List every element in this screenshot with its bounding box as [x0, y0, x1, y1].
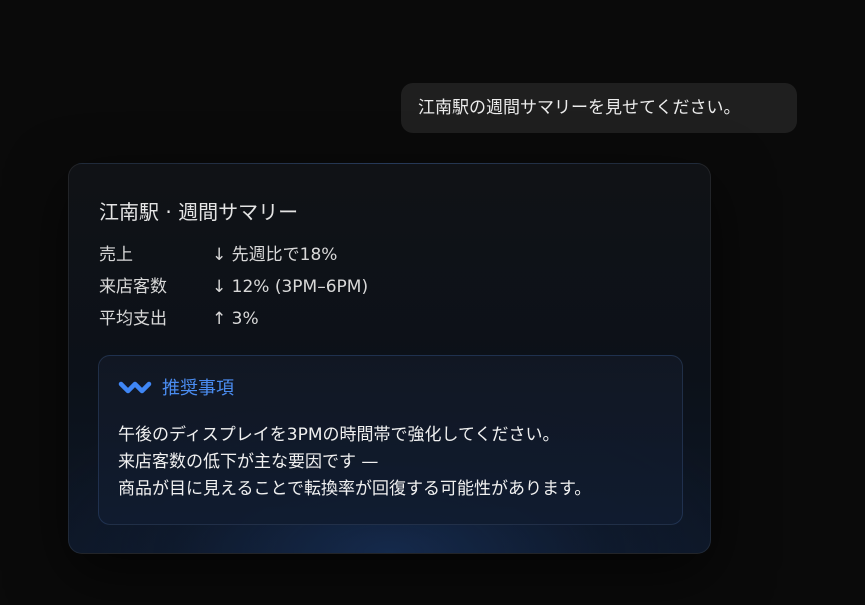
recommendation-heading: 推奨事項	[162, 378, 234, 399]
metric-label: 来店客数	[99, 277, 167, 297]
recommendation-text: 午後のディスプレイを3PMの時間帯で強化してください。 来店客数の低下が主な要因…	[118, 422, 591, 503]
metric-value: ↓ 12% (3PM–6PM)	[212, 277, 369, 297]
recommendation-line: 商品が目に見えることで転換率が回復する可能性があります。	[118, 479, 592, 499]
recommendation-line: 来店客数の低下が主な要因です —	[118, 452, 379, 472]
recommendation-header: 推奨事項	[118, 375, 234, 399]
recommendation-box: 推奨事項 午後のディスプレイを3PMの時間帯で強化してください。 来店客数の低下…	[98, 355, 683, 525]
assistant-summary-card: 江南駅 · 週間サマリー 売上 ↓ 先週比で18% 来店客数 ↓ 12% (3PM–…	[68, 163, 711, 554]
metric-row-visitors: 来店客数 ↓ 12% (3PM–6PM)	[99, 272, 368, 297]
wave-icon	[118, 381, 152, 394]
user-message-text: 江南駅の週間サマリーを見せてください。	[418, 98, 741, 118]
metric-row-sales: 売上 ↓ 先週比で18%	[99, 240, 337, 265]
chat-screen: 江南駅の週間サマリーを見せてください。 江南駅 · 週間サマリー 売上 ↓ 先週比…	[0, 0, 865, 605]
user-message-bubble: 江南駅の週間サマリーを見せてください。	[401, 83, 797, 133]
metric-value: ↑ 3%	[212, 309, 259, 329]
metric-value: ↓ 先週比で18%	[212, 245, 338, 265]
metric-label: 売上	[99, 245, 133, 265]
metric-label: 平均支出	[99, 309, 167, 329]
recommendation-line: 午後のディスプレイを3PMの時間帯で強化してください。	[118, 425, 560, 445]
metric-row-avg-spend: 平均支出 ↑ 3%	[99, 304, 259, 329]
summary-title: 江南駅 · 週間サマリー	[99, 200, 299, 224]
